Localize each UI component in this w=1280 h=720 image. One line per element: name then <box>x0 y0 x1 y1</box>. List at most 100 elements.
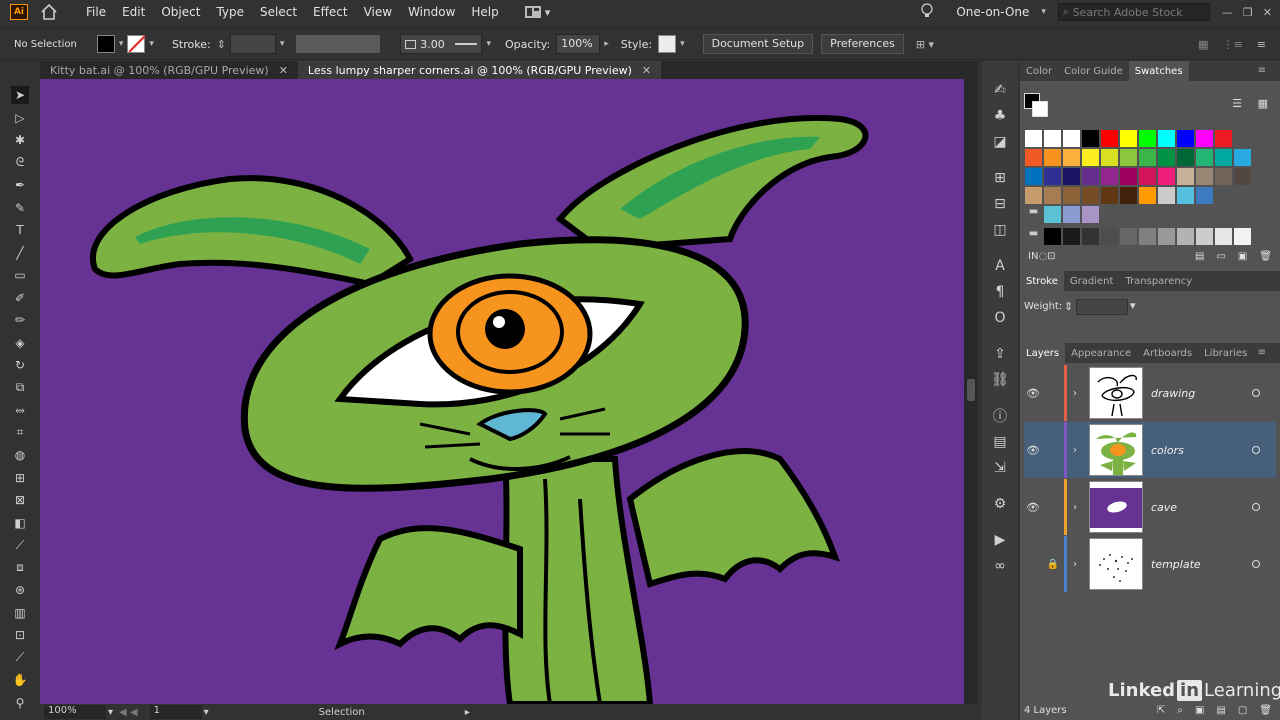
color-swatch[interactable] <box>1062 227 1081 246</box>
document-info-icon[interactable]: ▤ <box>982 429 1018 455</box>
vertical-scrollbar[interactable] <box>964 79 978 704</box>
close-icon[interactable]: ✕ <box>642 64 651 77</box>
fill-stroke-indicator[interactable] <box>1024 93 1048 117</box>
selection-tool[interactable]: ➤ <box>0 84 40 107</box>
search-stock-input[interactable]: ⌕ Search Adobe Stock <box>1057 3 1210 21</box>
layer-row-colors[interactable]: 👁 › colors <box>1024 422 1276 478</box>
symbol-sprayer-tool[interactable]: ⊛ <box>0 579 40 602</box>
menu-type[interactable]: Type <box>208 5 252 19</box>
close-icon[interactable]: ✕ <box>279 64 288 77</box>
new-color-group-icon[interactable]: ▤ <box>1195 251 1204 262</box>
swatch-libraries-icon[interactable]: IN <box>1028 251 1038 262</box>
color-swatch[interactable] <box>1195 167 1214 186</box>
color-swatch[interactable] <box>1062 129 1081 148</box>
layer-row-cave[interactable]: 👁 › cave <box>1024 479 1276 535</box>
zoom-tool[interactable]: ⚲ <box>0 692 40 715</box>
tab-less-lumpy[interactable]: Less lumpy sharper corners.ai @ 100% (RG… <box>297 61 662 79</box>
mesh-tool[interactable]: ⊠ <box>0 489 40 512</box>
color-swatch[interactable] <box>1195 227 1214 246</box>
color-swatch[interactable] <box>1176 148 1195 167</box>
restore-icon[interactable]: ❐ <box>1243 6 1253 19</box>
chevron-right-icon[interactable]: › <box>1073 445 1083 456</box>
color-swatch[interactable] <box>1195 148 1214 167</box>
menu-effect[interactable]: Effect <box>305 5 356 19</box>
color-swatch[interactable] <box>1195 129 1214 148</box>
color-swatch[interactable] <box>1157 129 1176 148</box>
color-swatch[interactable] <box>1214 167 1233 186</box>
new-swatch-icon[interactable]: ▣ <box>1238 251 1247 262</box>
eyedropper-tool[interactable]: ⟋ <box>0 534 40 557</box>
color-swatch[interactable] <box>1043 148 1062 167</box>
layer-name[interactable]: colors <box>1151 444 1231 457</box>
perspective-grid-tool[interactable]: ⊞ <box>0 467 40 490</box>
paragraph-icon[interactable]: ¶ <box>982 279 1018 305</box>
color-swatch[interactable] <box>1176 167 1195 186</box>
color-swatch[interactable] <box>1100 129 1119 148</box>
list-view-icon[interactable]: ☰ <box>1232 97 1242 110</box>
stroke-weight-field[interactable] <box>229 34 276 54</box>
rotate-tool[interactable]: ↻ <box>0 354 40 377</box>
color-swatch[interactable] <box>1176 129 1195 148</box>
target-icon[interactable] <box>1252 446 1260 454</box>
scale-tool[interactable]: ⧉ <box>0 377 40 400</box>
pen-tool[interactable]: ✒ <box>0 174 40 197</box>
color-swatch[interactable] <box>1081 186 1100 205</box>
eye-icon[interactable]: 👁 <box>1024 387 1042 400</box>
chevron-down-icon[interactable]: ▾ <box>1130 299 1136 312</box>
folder-icon[interactable]: ▭ <box>1216 251 1225 262</box>
color-swatch[interactable] <box>1119 167 1138 186</box>
tab-transparency[interactable]: Transparency <box>1119 276 1198 287</box>
blend-tool[interactable]: ⧈ <box>0 557 40 580</box>
menu-view[interactable]: View <box>356 5 400 19</box>
style-swatch[interactable] <box>658 35 677 53</box>
color-swatch[interactable] <box>1043 227 1062 246</box>
color-swatch[interactable] <box>1233 167 1252 186</box>
opacity-field[interactable]: 100% <box>556 34 601 54</box>
lightbulb-icon[interactable] <box>920 2 936 22</box>
color-swatch[interactable] <box>1157 167 1176 186</box>
home-icon[interactable] <box>40 3 58 21</box>
color-swatch[interactable] <box>1081 205 1100 224</box>
color-swatch[interactable] <box>1195 186 1214 205</box>
target-icon[interactable] <box>1252 503 1260 511</box>
color-swatch[interactable] <box>1214 148 1233 167</box>
eraser-tool[interactable]: ◈ <box>0 332 40 355</box>
tab-swatches[interactable]: Swatches <box>1128 61 1189 81</box>
chevron-down-icon[interactable]: ▾ <box>108 707 113 718</box>
panel-menu-icon[interactable]: ≡ <box>1252 65 1272 76</box>
tab-appearance[interactable]: Appearance <box>1065 348 1137 359</box>
width-tool[interactable]: ⥈ <box>0 399 40 422</box>
color-swatch[interactable] <box>1043 186 1062 205</box>
panel-menu-icon[interactable]: ≡ <box>1252 347 1272 358</box>
arrange-documents-button[interactable]: ▾ <box>524 6 550 19</box>
color-swatch[interactable] <box>1062 148 1081 167</box>
magic-wand-tool[interactable]: ✱ <box>0 129 40 152</box>
stroke-swatch[interactable] <box>127 35 146 53</box>
color-swatch[interactable] <box>1138 148 1157 167</box>
pathfinder-icon[interactable]: ◫ <box>982 217 1018 243</box>
color-swatch[interactable] <box>1062 205 1081 224</box>
artboard-tool[interactable]: ⊡ <box>0 624 40 647</box>
color-swatch[interactable] <box>1157 148 1176 167</box>
chevron-right-icon[interactable]: › <box>1073 559 1083 570</box>
play-icon[interactable]: ▸ <box>465 707 470 718</box>
chevron-right-icon[interactable]: › <box>1073 502 1083 513</box>
tab-stroke[interactable]: Stroke <box>1020 271 1064 291</box>
brushes-icon[interactable]: ✍ <box>982 77 1018 103</box>
layer-row-drawing[interactable]: 👁 › drawing <box>1024 365 1276 421</box>
color-swatch[interactable] <box>1138 129 1157 148</box>
layer-name[interactable]: template <box>1151 558 1231 571</box>
menu-select[interactable]: Select <box>252 5 305 19</box>
gradient-tool[interactable]: ◧ <box>0 512 40 535</box>
zoom-level[interactable]: 100% <box>44 705 106 719</box>
fill-swatch[interactable] <box>96 35 115 53</box>
new-layer-icon[interactable]: ▢ <box>1238 705 1247 716</box>
weight-field[interactable] <box>1076 299 1128 315</box>
tab-gradient[interactable]: Gradient <box>1064 276 1120 287</box>
eye-icon[interactable]: 👁 <box>1024 444 1042 457</box>
color-swatch[interactable] <box>1024 167 1043 186</box>
color-swatch[interactable] <box>1100 186 1119 205</box>
color-swatch[interactable] <box>1176 186 1195 205</box>
chevron-down-icon[interactable]: ▾ <box>486 39 491 49</box>
shaper-tool[interactable]: ✏ <box>0 309 40 332</box>
